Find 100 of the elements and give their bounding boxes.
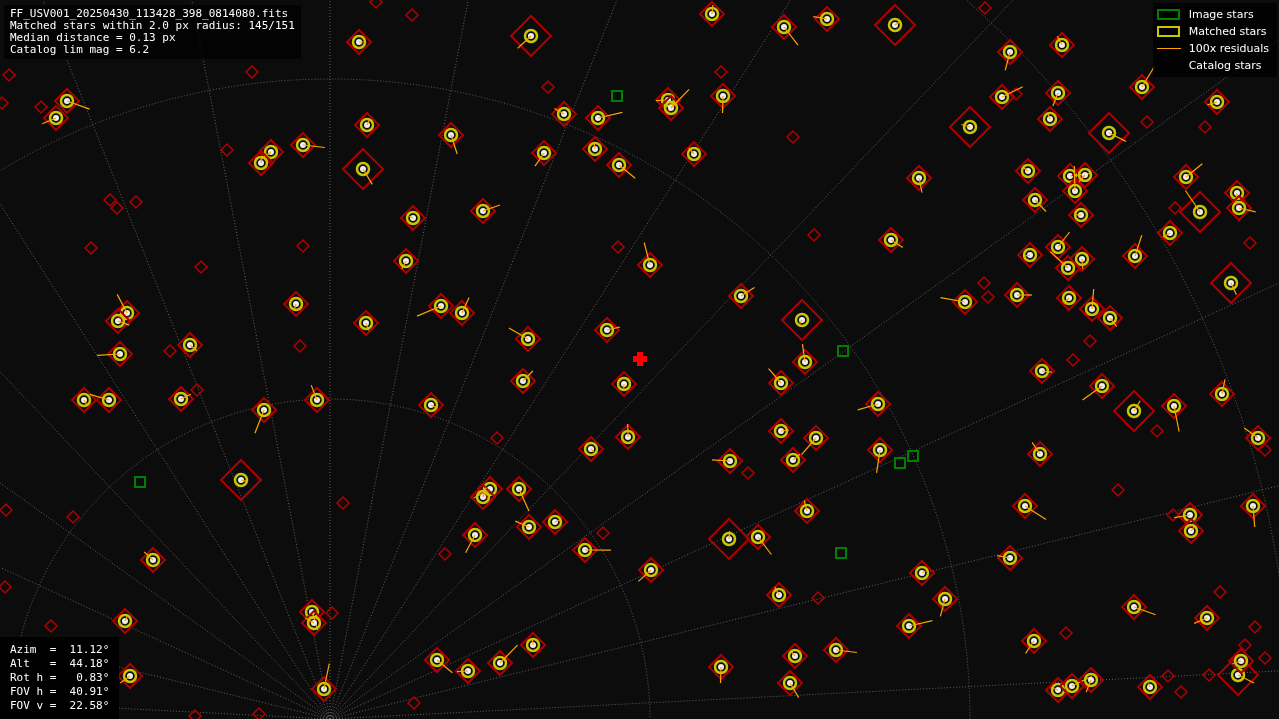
matched-star-marker — [1225, 194, 1257, 222]
matched-star-marker — [1209, 261, 1253, 305]
matched-star-marker — [1071, 161, 1099, 189]
legend-label: Matched stars — [1188, 25, 1267, 38]
catalog-star-marker — [368, 0, 384, 10]
catalog-star-marker — [0, 95, 10, 111]
matched-star-marker — [1028, 357, 1056, 385]
catalog-star-marker — [977, 0, 993, 16]
matched-star-marker — [519, 631, 547, 659]
catalog-star-marker — [1212, 584, 1228, 600]
matched-star-marker — [1061, 165, 1089, 205]
matched-star-marker — [812, 5, 841, 33]
pointing-text: Rot h = 0.83° — [10, 671, 110, 685]
matched-star-marker — [41, 104, 70, 132]
catalog-star-marker — [65, 509, 81, 525]
matched-star-marker — [113, 293, 141, 327]
matched-star-marker — [781, 642, 809, 670]
matched-star-marker — [765, 581, 793, 609]
info-text: FF_USV001_20250430_113428_398_0814080.fits — [10, 8, 290, 20]
catalog-star-marker — [1201, 667, 1217, 683]
matched-star-marker — [509, 14, 553, 58]
matched-star-marker — [300, 609, 328, 637]
catalog-star-marker — [219, 142, 235, 158]
matched-star-marker — [1128, 65, 1156, 101]
catalog-star-marker — [244, 64, 260, 80]
legend-label: Catalog stars — [1188, 59, 1262, 72]
catalog-star-marker — [785, 129, 801, 145]
matched-star-marker — [895, 612, 933, 640]
catalog-star-marker — [1165, 507, 1181, 523]
catalog-star-marker — [295, 238, 311, 254]
matched-star-marker — [822, 636, 858, 664]
legend-label: Image stars — [1188, 8, 1254, 21]
matched-star-marker — [657, 88, 690, 122]
matched-star-marker — [707, 653, 735, 684]
matched-star-marker — [996, 544, 1024, 572]
catalog-star-marker — [1167, 200, 1183, 216]
catalog-star-marker — [713, 64, 729, 80]
pointing-text: Alt = 44.18° — [10, 657, 110, 671]
matched-star-marker — [298, 598, 326, 631]
matched-star-marker — [116, 662, 144, 690]
catalog-star-marker — [1257, 442, 1273, 458]
matched-star-marker — [711, 447, 744, 475]
matched-star-marker — [1160, 392, 1188, 433]
catalog-star-marker — [810, 590, 826, 606]
catalog-star-marker — [1160, 668, 1176, 684]
matched-star-marker — [1136, 673, 1164, 701]
matched-star-marker — [448, 297, 476, 327]
catalog-star-marker — [43, 618, 59, 634]
crosshair-icon — [633, 352, 647, 366]
catalog-star-marker — [193, 259, 209, 275]
matched-star-marker — [610, 370, 638, 398]
catalog-star-marker — [1110, 482, 1126, 498]
catalog-star-marker — [404, 7, 420, 23]
matched-star-marker — [1016, 241, 1044, 269]
matched-star-marker — [176, 331, 204, 359]
catalog-star-marker — [1197, 119, 1213, 135]
catalog-star-marker — [976, 275, 992, 291]
matched-star-marker — [1021, 186, 1049, 214]
catalog-star-marker — [33, 99, 49, 115]
matched-star-marker — [1067, 201, 1095, 229]
matched-star-marker — [514, 513, 543, 541]
matched-star-marker — [1068, 245, 1096, 273]
matched-star-marker — [353, 111, 381, 139]
matched-star-marker — [680, 140, 708, 168]
matched-star-marker — [1048, 31, 1076, 59]
catalog-star-marker — [540, 79, 556, 95]
matched-star-marker — [1011, 492, 1047, 521]
pointing-text: FOV v = 22.58° — [10, 699, 110, 713]
catalog-star-marker — [335, 495, 351, 511]
matched-star-marker — [416, 292, 455, 320]
catalog-star-marker — [109, 200, 125, 216]
catalog-star-marker — [324, 605, 340, 621]
catalog-star-marker — [1065, 352, 1081, 368]
catalog-star-marker — [1082, 333, 1098, 349]
pointing-text: Azim = 11.12° — [10, 643, 110, 657]
matched-star-marker — [1003, 281, 1033, 309]
catalog-star-marker — [128, 194, 144, 210]
matched-star-marker — [1055, 284, 1083, 312]
catalog-star-marker — [806, 227, 822, 243]
matched-star-marker — [469, 197, 501, 225]
matched-star-marker — [139, 546, 167, 574]
info-text: Matched stars within 2.0 px radius: 145/151 — [10, 20, 295, 32]
matched-star-marker — [698, 0, 726, 28]
matched-star-marker — [996, 38, 1024, 71]
matched-star-marker — [303, 384, 331, 414]
matched-star-marker — [800, 424, 830, 456]
matched-star-marker — [111, 607, 139, 635]
matched-star-marker — [1121, 234, 1149, 270]
matched-star-marker — [581, 135, 609, 163]
matched-star-marker — [1036, 105, 1064, 133]
matched-star-marker — [1020, 627, 1048, 655]
matched-star-marker — [541, 508, 569, 536]
catalog-star-marker — [187, 708, 203, 719]
matched-star-marker — [905, 164, 933, 194]
matched-star-marker — [550, 100, 578, 128]
matched-star-marker — [593, 316, 621, 344]
matched-star-marker — [1077, 666, 1105, 694]
catalog-star-marker — [1247, 619, 1263, 635]
matched-star-marker — [341, 147, 385, 191]
matched-star-marker — [577, 435, 605, 463]
